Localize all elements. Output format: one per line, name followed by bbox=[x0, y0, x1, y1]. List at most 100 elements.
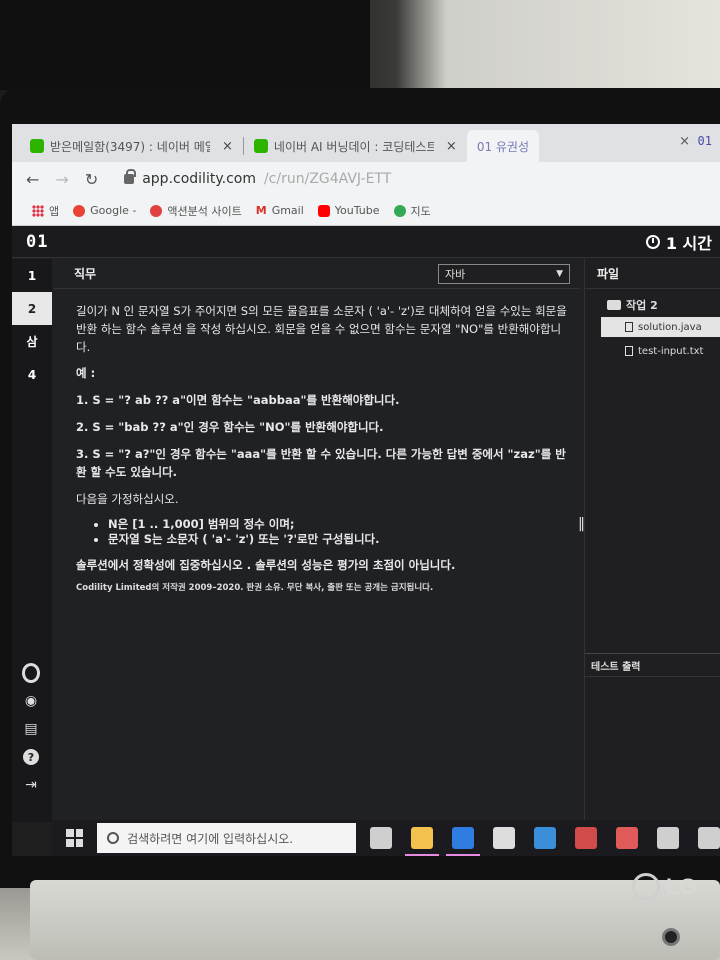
url-path: /c/run/ZG4AVJ-ETT bbox=[263, 171, 392, 187]
windows-taskbar: 검색하려면 여기에 입력하십시오. bbox=[52, 820, 720, 856]
task-view-icon[interactable] bbox=[370, 827, 392, 849]
exit-icon[interactable]: ⇥ bbox=[22, 776, 40, 794]
file-solution-java[interactable]: solution.java bbox=[601, 317, 720, 337]
bookmark-maps[interactable]: 지도 bbox=[393, 203, 431, 219]
maps-icon bbox=[393, 204, 406, 217]
tab-codility[interactable]: 01 유권성 bbox=[466, 130, 540, 162]
naver-icon bbox=[253, 139, 268, 153]
language-value: 자바 bbox=[445, 267, 466, 281]
google-icon bbox=[73, 204, 86, 217]
gmail-icon: M bbox=[255, 204, 267, 217]
task-nav-3[interactable]: 삼 bbox=[12, 325, 52, 358]
taskbar-apps bbox=[370, 827, 720, 856]
bookmark-action[interactable]: 액션분석 사이트 bbox=[150, 203, 242, 219]
edge-icon[interactable] bbox=[446, 827, 480, 856]
assumption-2: 문자열 S는 소문자 ( 'a'- 'z') 또는 '?'로만 구성됩니다. bbox=[108, 532, 568, 547]
copyright: Codility Limited의 저작권 2009–2020. 판권 소유. … bbox=[76, 583, 434, 593]
file-test-input[interactable]: test-input.txt bbox=[601, 341, 720, 361]
file-explorer-icon[interactable] bbox=[405, 827, 439, 856]
bookmark-apps[interactable]: 앱 bbox=[32, 203, 59, 219]
example-2: 2. S = "bab ?? a"인 경우 함수는 "NO"를 반환해야합니다. bbox=[76, 420, 384, 435]
task-header: 직무 자바 ▼ bbox=[54, 259, 580, 289]
app-logo: 01 bbox=[26, 231, 49, 252]
tab-close-icon[interactable]: × bbox=[446, 139, 457, 154]
assumptions-list: N은 [1 .. 1,000] 범위의 정수 이며; 문자열 S는 소문자 ( … bbox=[108, 517, 568, 547]
sidebar-tools: ◉ ▤ ? ⇥ bbox=[22, 663, 40, 794]
keyboard-icon[interactable]: ▤ bbox=[22, 720, 40, 738]
search-placeholder: 검색하려면 여기에 입력하십시오. bbox=[127, 831, 294, 846]
bookmark-google[interactable]: Google - bbox=[73, 204, 136, 217]
bookmark-label: Google - bbox=[90, 204, 137, 217]
timer: 1 시간 bbox=[645, 230, 712, 254]
tab-close-icon[interactable]: × bbox=[679, 134, 690, 149]
help-icon[interactable]: ? bbox=[22, 748, 40, 766]
bookmark-label: 액션분석 사이트 bbox=[167, 204, 242, 218]
task-nav-1[interactable]: 1 bbox=[12, 259, 52, 292]
bookmark-gmail[interactable]: M Gmail bbox=[256, 204, 304, 217]
windows-start-icon[interactable] bbox=[66, 829, 84, 847]
task-sidebar: 1 2 삼 4 ◉ ▤ ? ⇥ bbox=[12, 259, 52, 822]
store-icon[interactable] bbox=[493, 827, 515, 849]
file-icon bbox=[625, 322, 633, 332]
examples-label: 예 : bbox=[76, 366, 96, 381]
test-output-header[interactable]: 테스트 출력 bbox=[585, 653, 720, 677]
tab-title: 받은메일함(3497) : 네이버 메일 bbox=[50, 139, 210, 154]
chevron-down-icon: ▼ bbox=[556, 268, 563, 279]
file-icon bbox=[625, 346, 633, 356]
dark-object bbox=[0, 0, 370, 90]
eye-icon[interactable]: ◉ bbox=[22, 692, 40, 710]
task-description: 길이가 N 인 문자열 S가 주어지면 S의 모든 물음표를 소문자 ( 'a'… bbox=[54, 289, 580, 595]
files-panel: 파일 작업 2 solution.java test-input.txt 테스트… bbox=[584, 259, 720, 822]
folder-icon bbox=[607, 300, 621, 310]
task-intro: 길이가 N 인 문자열 S가 주어지면 S의 모든 물음표를 소문자 ( 'a'… bbox=[76, 304, 567, 354]
youtube-icon bbox=[317, 204, 330, 217]
bookmark-label: YouTube bbox=[334, 204, 380, 217]
refresh-app-icon[interactable] bbox=[616, 827, 638, 849]
address-bar[interactable]: app.codility.com/c/run/ZG4AVJ-ETT bbox=[124, 169, 392, 187]
apps-grid-icon bbox=[32, 204, 44, 217]
tab-mail[interactable]: 받은메일함(3497) : 네이버 메일 × bbox=[20, 130, 243, 162]
tab-close-icon[interactable]: × bbox=[222, 139, 233, 154]
settings-icon[interactable] bbox=[22, 663, 40, 683]
bookmark-label: 앱 bbox=[49, 204, 60, 218]
calculator-icon[interactable] bbox=[657, 827, 679, 849]
file-label: test-input.txt bbox=[638, 345, 704, 357]
folder-label: 작업 2 bbox=[626, 299, 658, 312]
language-select[interactable]: 자바 ▼ bbox=[438, 263, 570, 284]
reload-icon[interactable]: ↻ bbox=[85, 170, 98, 189]
url-host: app.codility.com bbox=[142, 171, 256, 187]
file-label: solution.java bbox=[638, 321, 702, 333]
timer-label: 1 시간 bbox=[665, 233, 712, 253]
tab-burning-day[interactable]: 네이버 AI 버닝데이 : 코딩테스트 × bbox=[244, 130, 467, 162]
focus-note: 솔루션에서 정확성에 집중하십시오 . 솔루션의 성능은 평가의 초점이 아닙니… bbox=[76, 558, 456, 573]
back-arrow-icon[interactable]: ← bbox=[26, 170, 39, 189]
naver-mail-icon bbox=[30, 139, 44, 153]
background-wall bbox=[0, 0, 720, 100]
lg-circle-icon bbox=[632, 873, 660, 901]
taskbar-search-input[interactable]: 검색하려면 여기에 입력하십시오. bbox=[97, 823, 356, 853]
bookmark-label: 지도 bbox=[410, 204, 431, 218]
bookmarks-bar: 앱 Google - 액션분석 사이트 M Gmail YouTube 지도 bbox=[12, 196, 720, 226]
mail-icon[interactable] bbox=[698, 827, 720, 849]
browser-tabstrip: 받은메일함(3497) : 네이버 메일 × 네이버 AI 버닝데이 : 코딩테… bbox=[12, 124, 720, 162]
task-nav-2[interactable]: 2 bbox=[12, 292, 52, 325]
bookmark-youtube[interactable]: YouTube bbox=[317, 204, 380, 217]
task-nav-4[interactable]: 4 bbox=[12, 358, 52, 391]
folder-task-2[interactable]: 작업 2 bbox=[585, 289, 720, 313]
site-icon bbox=[150, 204, 163, 217]
forward-arrow-icon[interactable]: → bbox=[55, 170, 68, 189]
tab-title: 네이버 AI 버닝데이 : 코딩테스트 bbox=[273, 139, 434, 154]
laptop-base bbox=[30, 880, 720, 960]
example-3: 3. S = "? a?"인 경우 함수는 "aaa"를 반환 할 수 있습니다… bbox=[76, 446, 566, 479]
bookmark-label: Gmail bbox=[271, 204, 304, 217]
lock-icon bbox=[124, 169, 137, 184]
example-1: 1. S = "? ab ?? a"이면 함수는 "aabbaa"를 반환해야합… bbox=[76, 393, 400, 408]
files-header: 파일 bbox=[585, 259, 720, 289]
tab-label[interactable]: 01 bbox=[698, 134, 712, 148]
ie-icon[interactable] bbox=[534, 827, 556, 849]
lg-logo: LG bbox=[632, 873, 697, 901]
app-icon[interactable] bbox=[575, 827, 597, 849]
clock-icon bbox=[645, 234, 660, 249]
camera-icon bbox=[662, 928, 680, 946]
app-header: 01 1 시간 bbox=[12, 226, 720, 258]
